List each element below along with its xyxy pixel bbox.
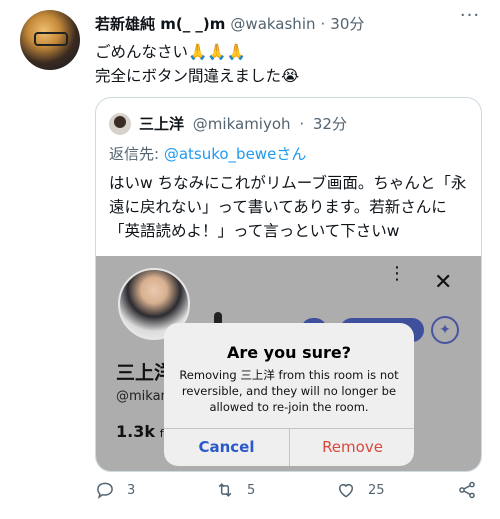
attached-screenshot[interactable]: ⋮ ✕ ✦ 三上洋 @mikam 1.3k fo Are you sure? R… xyxy=(96,256,481,471)
reply-prefix: 返信先: xyxy=(109,145,164,163)
reply-action[interactable]: 3 xyxy=(95,480,135,500)
author-handle[interactable]: @wakashin xyxy=(230,15,315,33)
retweet-icon xyxy=(218,483,232,497)
quote-text: はいw ちなみにこれがリムーブ画面。ちゃんと「永遠に戻れない」って書いてあります… xyxy=(109,174,467,240)
quoted-tweet[interactable]: 三上洋 @mikamiyoh · 32分 返信先: @atsuko_beweさん… xyxy=(95,97,482,472)
tweet-line-1: ごめんなさい🙏🙏🙏 xyxy=(95,43,246,61)
reply-mention[interactable]: @atsuko_bewe xyxy=(164,145,276,163)
share-action[interactable] xyxy=(457,480,489,500)
more-options-icon[interactable]: ··· xyxy=(458,7,482,28)
followers-number: 1.3k xyxy=(116,422,155,441)
like-count: 25 xyxy=(368,482,385,498)
retweet-action[interactable]: 5 xyxy=(215,480,255,500)
quote-time: 32分 xyxy=(312,115,347,133)
tweet-actions: 3 5 25 xyxy=(95,480,485,508)
dialog-title: Are you sure? xyxy=(226,343,351,362)
confirm-dialog: Are you sure? Removing 三上洋 from this roo… xyxy=(164,323,414,466)
author-avatar[interactable] xyxy=(20,10,80,70)
quote-author-name: 三上洋 xyxy=(139,115,185,133)
vertical-dots-icon: ⋮ xyxy=(388,263,406,284)
followers-count: 1.3k fo xyxy=(116,422,170,441)
like-action[interactable]: 25 xyxy=(336,480,385,500)
like-icon xyxy=(339,484,353,498)
reply-suffix: さん xyxy=(276,145,307,163)
close-icon: ✕ xyxy=(434,270,453,295)
tweet-text: ごめんなさい🙏🙏🙏 完全にボタン間違えました😭 xyxy=(95,40,299,88)
reply-count: 3 xyxy=(127,482,136,498)
separator-dot: · xyxy=(320,14,326,33)
retweet-count: 5 xyxy=(247,482,256,498)
reply-icon xyxy=(97,482,113,499)
separator-dot: · xyxy=(299,115,305,133)
sparkle-icon: ✦ xyxy=(431,316,459,344)
cancel-button: Cancel xyxy=(198,438,255,456)
quote-avatar xyxy=(109,113,131,135)
tweet-line-2: 完全にボタン間違えました😭 xyxy=(95,67,300,85)
quote-header: 三上洋 @mikamiyoh · 32分 xyxy=(139,113,347,134)
remove-button: Remove xyxy=(322,438,383,456)
share-icon xyxy=(459,481,475,499)
quote-author-handle: @mikamiyoh xyxy=(192,115,291,133)
dialog-message: Removing 三上洋 from this room is not rever… xyxy=(179,368,399,414)
tweet-header: 若新雄純 m(_ _)m @wakashin · 30分 xyxy=(95,13,364,34)
tweet-time[interactable]: 30分 xyxy=(330,13,364,34)
reply-to-line: 返信先: @atsuko_beweさん xyxy=(109,143,306,164)
author-name[interactable]: 若新雄純 m(_ _)m xyxy=(95,13,225,34)
